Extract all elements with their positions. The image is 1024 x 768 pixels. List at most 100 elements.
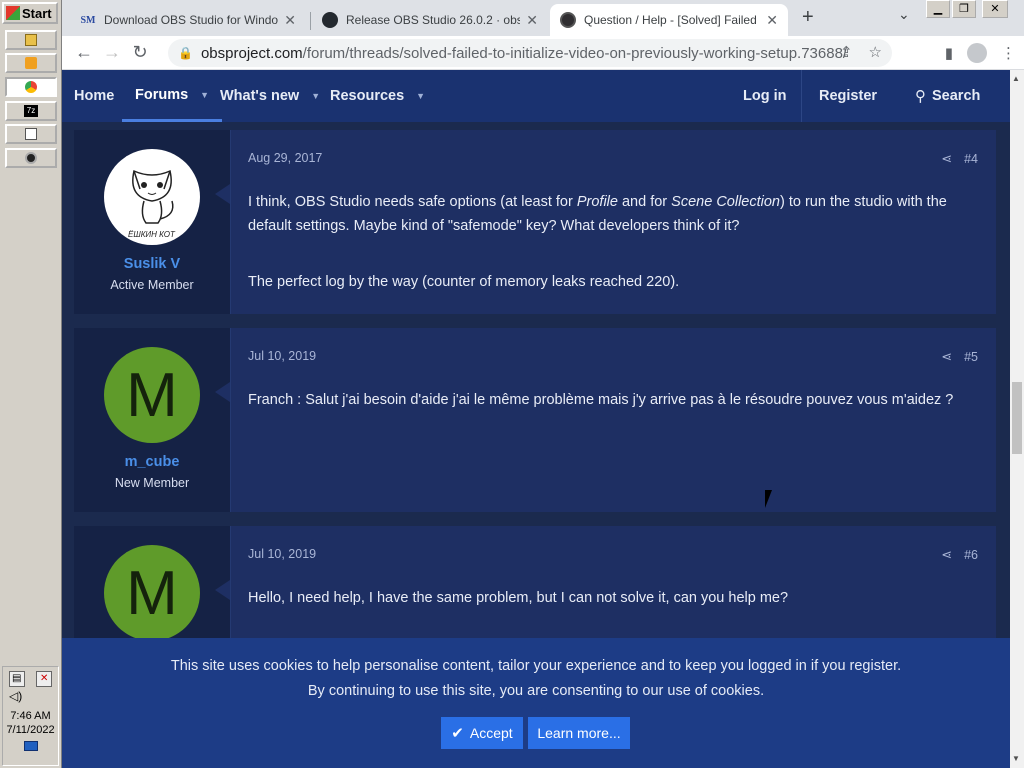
share-icon[interactable]: ⋖ [941, 349, 952, 365]
close-tab-icon[interactable]: ✕ [284, 12, 296, 29]
scroll-down-arrow-icon[interactable]: ▼ [1012, 754, 1020, 763]
page-scrollbar[interactable]: ▲ ▼ [1010, 70, 1024, 768]
restore-button[interactable]: ❐ [952, 0, 976, 18]
scroll-up-arrow-icon[interactable]: ▲ [1012, 74, 1020, 83]
cookie-text-line1: This site uses cookies to help personali… [170, 658, 902, 674]
accept-button[interactable]: ✔ Accept [441, 717, 523, 749]
taskbar-window-button[interactable] [5, 124, 57, 144]
nav-resources[interactable]: Resources ▼ [330, 70, 425, 122]
learn-more-button[interactable]: Learn more... [528, 717, 630, 749]
caret-down-icon[interactable]: ▼ [311, 91, 320, 101]
post-body: Aug 29, 2017 ⋖ #4 I think, OBS Studio ne… [230, 130, 996, 314]
nav-search[interactable]: ⚲ Search [915, 70, 980, 122]
bookmark-star-icon[interactable]: ☆ [869, 43, 882, 61]
chrome-icon [25, 81, 37, 93]
url-host: obsproject.com [200, 44, 303, 62]
post-body: Jul 10, 2019 ⋖ #5 Franch : Salut j'ai be… [230, 328, 996, 512]
more-menu-icon[interactable]: ⋮ [1001, 44, 1016, 62]
user-avatar[interactable]: M [104, 545, 200, 641]
post-date[interactable]: Jul 10, 2019 [248, 547, 316, 561]
user-avatar[interactable]: M [104, 347, 200, 443]
cookie-text-line2: By continuing to use this site, you are … [307, 683, 765, 699]
clock-time: 7:46 AM [10, 710, 51, 722]
taskbar-7zip-button[interactable]: 7z [5, 101, 57, 121]
folder-icon [25, 34, 37, 46]
taskbar-obs-button[interactable] [5, 148, 57, 168]
username[interactable]: m_cube [74, 454, 230, 470]
site-nav: Home Forums ▼ What's new ▼ Resources ▼ Log … [62, 70, 1010, 122]
nav-login[interactable]: Log in [743, 70, 787, 122]
obs-icon [25, 152, 37, 164]
close-tab-icon[interactable]: ✕ [526, 12, 538, 29]
post-text-italic: Scene Collection [671, 194, 780, 210]
taskbar-chrome-button[interactable] [5, 77, 57, 97]
learn-more-label: Learn more... [537, 725, 621, 741]
post-message: Hello, I need help, I have the same prob… [248, 590, 789, 606]
post-number[interactable]: #5 [964, 350, 978, 364]
taskbar: Start 7z ▤ ✕ ◁) 7:46 AM 7/11/2022 [0, 0, 62, 768]
mouse-cursor-icon [765, 490, 772, 508]
new-tab-button[interactable]: + [802, 6, 814, 29]
post-date[interactable]: Aug 29, 2017 [248, 151, 322, 165]
back-arrow-icon[interactable]: ← [70, 42, 98, 63]
tab-obs-download[interactable]: SM Download OBS Studio for Windows ✕ [70, 4, 306, 36]
username[interactable]: Suslik V [74, 256, 230, 272]
post-text: and for [617, 194, 672, 210]
post-message: Franch : Salut j'ai besoin d'aide j'ai l… [248, 392, 954, 408]
7zip-icon: 7z [24, 105, 38, 117]
checkmark-icon: ✔ [451, 725, 464, 742]
post-number[interactable]: #4 [964, 152, 978, 166]
clock[interactable]: 7:46 AM 7/11/2022 [3, 709, 58, 737]
volume-icon[interactable]: ◁) [3, 689, 58, 703]
obs-icon [560, 12, 576, 28]
tab-obs-forum[interactable]: Question / Help - [Solved] Failed to ✕ [550, 4, 788, 36]
tab-github-release[interactable]: Release OBS Studio 26.0.2 · obsproj ✕ [312, 4, 548, 36]
accept-label: Accept [469, 725, 513, 741]
post-arrow [215, 184, 230, 204]
taskbar-media-button[interactable] [5, 53, 57, 73]
search-icon: ⚲ [915, 88, 926, 105]
minimize-button[interactable]: ▁ [926, 0, 950, 18]
show-desktop-icon[interactable] [23, 741, 38, 751]
address-bar[interactable]: 🔒 obsproject.com/forum/threads/solved-fa… [168, 39, 892, 67]
browser-toolbar: ← → ↻ 🔒 obsproject.com/forum/threads/sol… [62, 36, 1024, 70]
post-user-panel: ЁШКИН КОТ Suslik V Active Member [74, 130, 230, 314]
post-date[interactable]: Jul 10, 2019 [248, 349, 316, 363]
user-title: Active Member [110, 278, 194, 292]
forward-arrow-icon[interactable]: → [98, 42, 126, 63]
tab-search-chevron-icon[interactable]: ⌄ [898, 6, 910, 23]
nav-home[interactable]: Home [74, 70, 114, 122]
nav-register[interactable]: Register [819, 70, 877, 122]
profile-avatar-icon[interactable] [967, 43, 987, 63]
caret-down-icon[interactable]: ▼ [416, 91, 425, 101]
share-icon[interactable]: ⋖ [941, 547, 952, 563]
media-player-icon [25, 57, 37, 69]
start-button[interactable]: Start [2, 2, 58, 24]
scrollbar-thumb[interactable] [1012, 382, 1022, 454]
tab-strip: SM Download OBS Studio for Windows ✕ Rel… [62, 0, 1024, 36]
security-alert-icon[interactable]: ✕ [36, 671, 53, 687]
window-icon [25, 128, 37, 140]
nav-home-label: Home [74, 88, 115, 104]
post-user-panel: M m_cube New Member [74, 328, 230, 512]
close-tab-icon[interactable]: ✕ [766, 12, 778, 29]
taskbar-folder-button[interactable] [5, 30, 57, 50]
nav-forums-label: Forums [135, 86, 189, 103]
url-path: /forum/threads/solved-failed-to-initiali… [302, 44, 848, 62]
tab-title: Question / Help - [Solved] Failed to [584, 13, 761, 27]
cookie-notice: This site uses cookies to help personali… [62, 638, 1010, 768]
reload-icon[interactable]: ↻ [126, 42, 154, 63]
close-window-button[interactable]: ✕ [982, 0, 1008, 18]
side-panel-icon[interactable]: ▮ [945, 44, 953, 62]
share-icon[interactable]: ⋖ [941, 151, 952, 167]
start-label: Start [22, 5, 52, 21]
share-page-icon[interactable]: ⇪ [840, 43, 853, 61]
network-icon[interactable]: ▤ [8, 671, 25, 687]
caret-down-icon[interactable]: ▼ [200, 90, 209, 100]
tab-title: Download OBS Studio for Windows [104, 13, 279, 27]
post-arrow [215, 382, 230, 402]
lock-icon[interactable]: 🔒 [178, 46, 193, 60]
nav-forums[interactable]: Forums ▼ [122, 70, 223, 122]
post-number[interactable]: #6 [964, 548, 978, 562]
nav-whats-new[interactable]: What's new ▼ [220, 70, 320, 122]
